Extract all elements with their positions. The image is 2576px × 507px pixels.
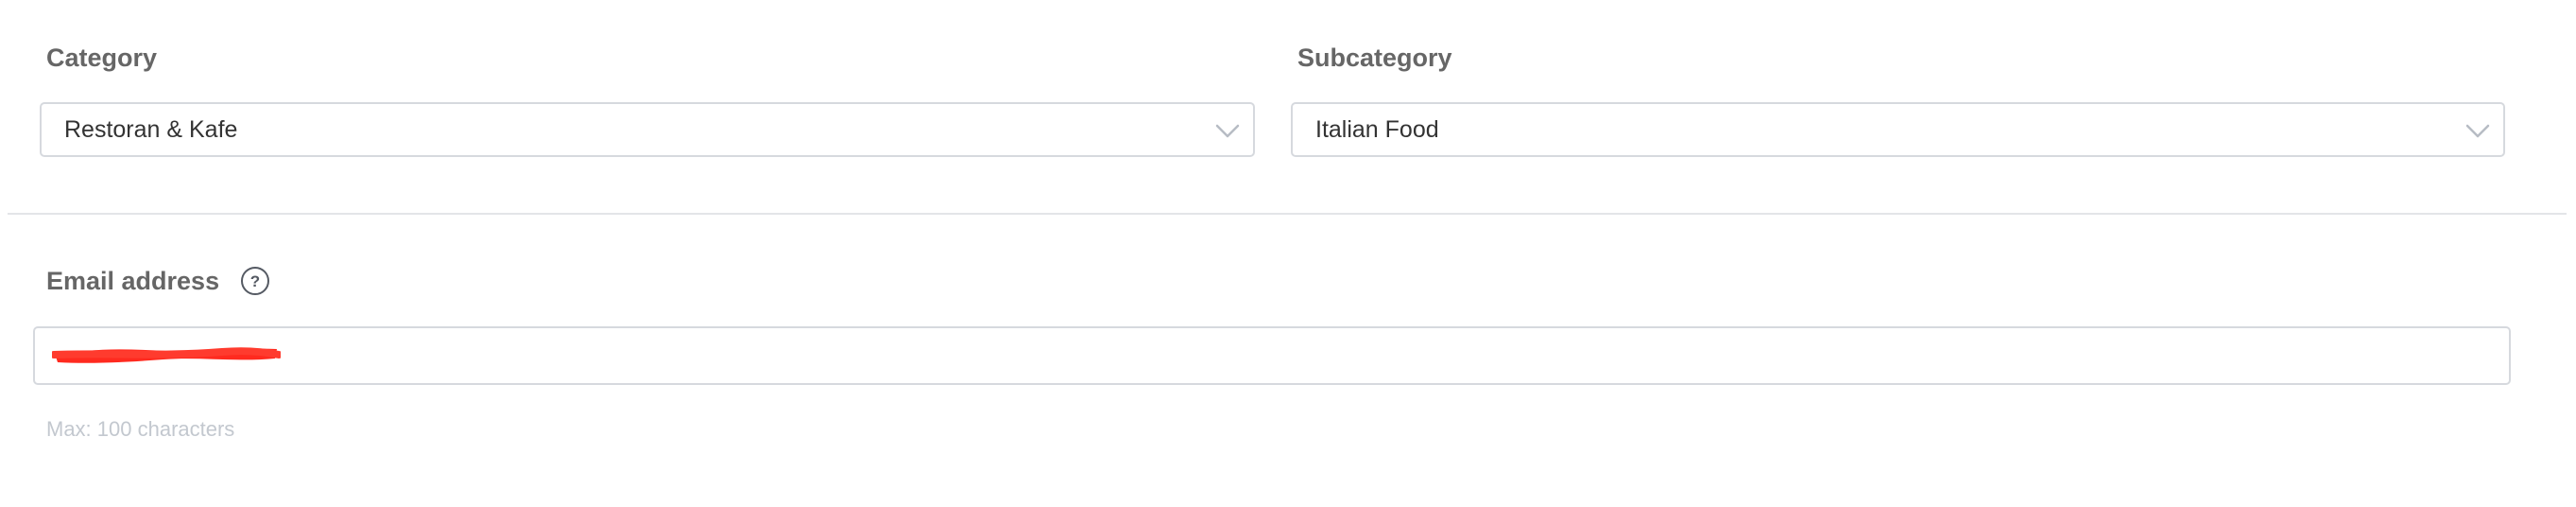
category-label: Category (46, 44, 158, 72)
chevron-down-icon (1215, 124, 1240, 138)
redaction-scribble (52, 347, 281, 363)
subcategory-selected-value: Italian Food (1315, 116, 1439, 143)
category-select[interactable]: Restoran & Kafe (40, 102, 1255, 157)
email-label: Email address (46, 267, 220, 295)
section-divider (8, 213, 2567, 215)
question-circle-icon[interactable]: ? (240, 266, 270, 296)
email-character-limit-hint: Max: 100 characters (46, 417, 235, 441)
listing-form: Category Restoran & Kafe Subcategory Ita… (0, 0, 2576, 507)
email-field[interactable] (33, 326, 2511, 385)
subcategory-select[interactable]: Italian Food (1291, 102, 2505, 157)
category-selected-value: Restoran & Kafe (64, 116, 238, 143)
svg-text:?: ? (250, 272, 260, 290)
subcategory-label: Subcategory (1297, 44, 1452, 72)
chevron-down-icon (2465, 124, 2490, 138)
